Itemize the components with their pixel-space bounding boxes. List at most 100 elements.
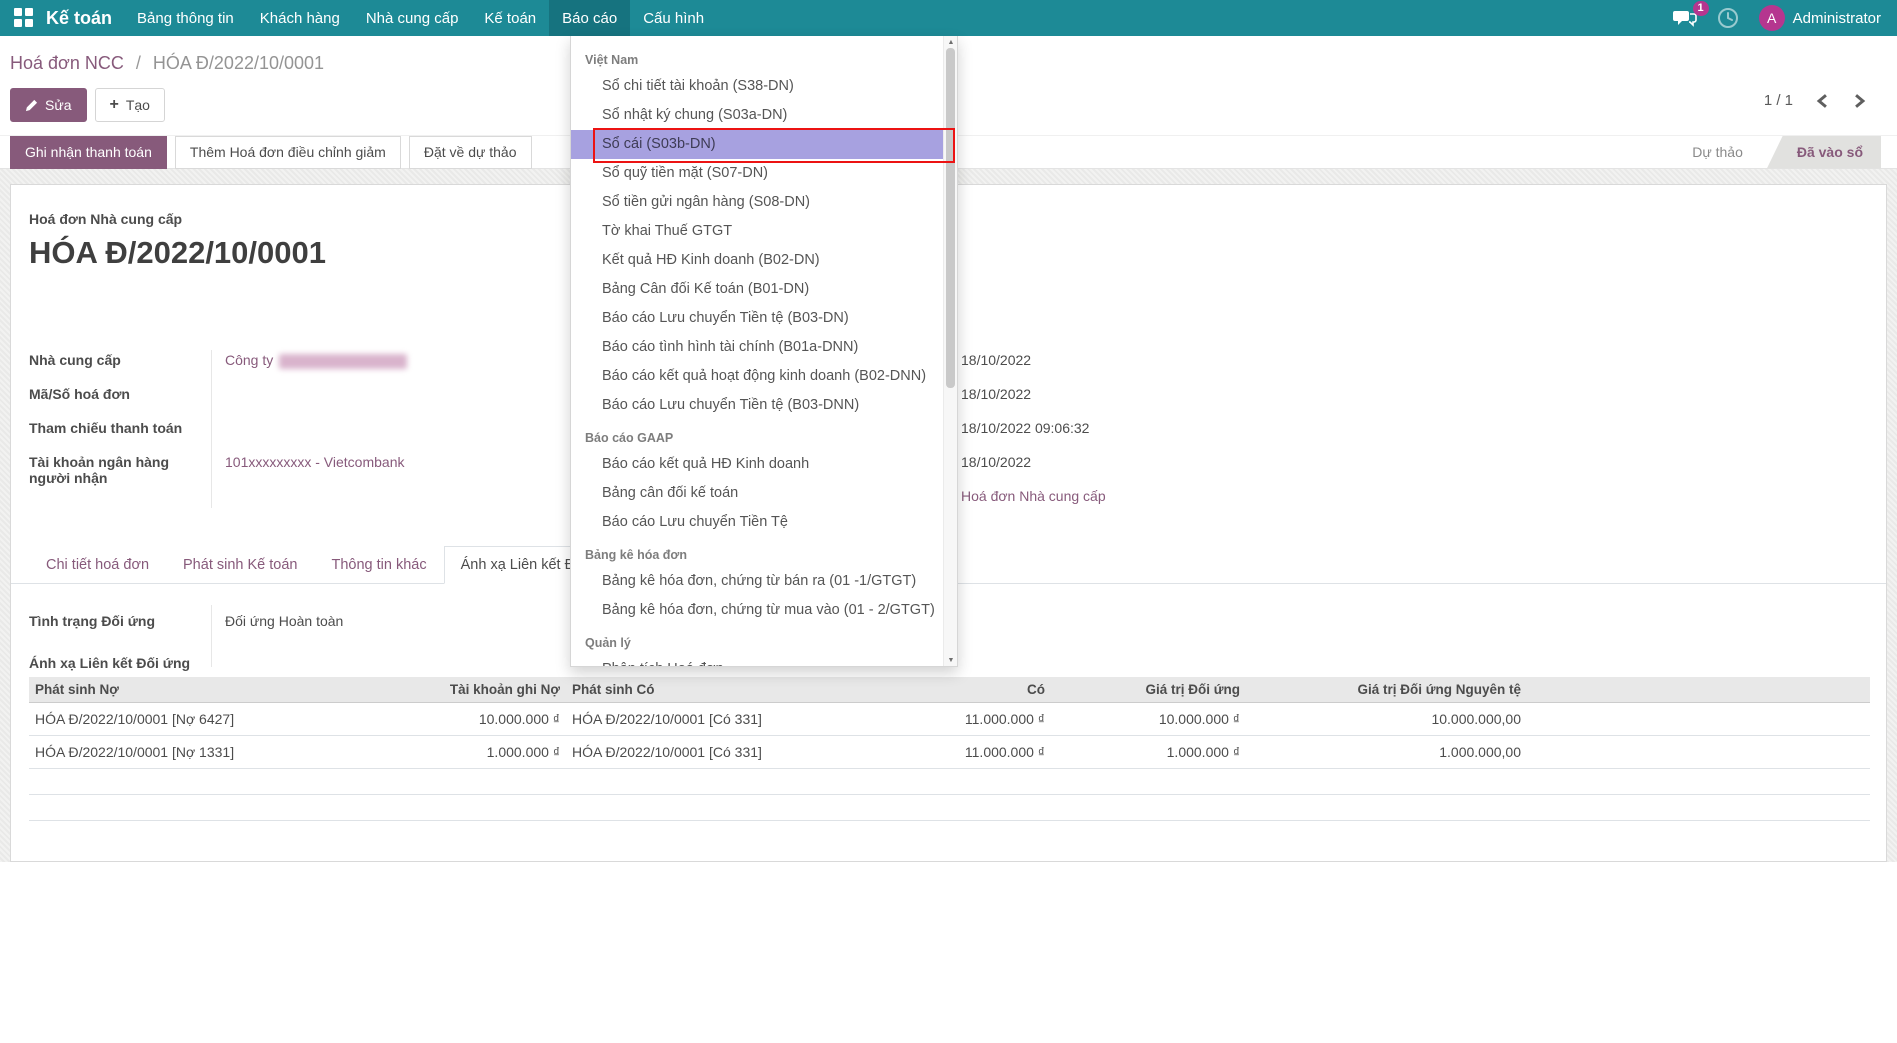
menu-item-bang-can-doi-ke-toan-b01-dn[interactable]: Bảng Cân đối Kế toán (B01-DN) (571, 275, 945, 304)
top-navbar: Kế toán Bảng thông tinKhách hàngNhà cung… (0, 0, 1897, 36)
stage-posted[interactable]: Đã vào sổ (1767, 136, 1881, 169)
scrollbar-thumb[interactable] (946, 48, 955, 388)
column-header-gia-tri-doi-ung[interactable]: Giá trị Đối ứng (1051, 677, 1246, 703)
field-value: Đối ứng Hoàn toàn (225, 611, 343, 629)
menu-item-to-khai-thue-gtgt[interactable]: Tờ khai Thuế GTGT (571, 217, 945, 246)
mapping-table: Phát sinh NợTài khoản ghi NợPhát sinh Có… (29, 677, 1870, 821)
mapping-table-title: Ánh xạ Liên kết Đối ứng (29, 655, 190, 671)
nav-item-ke-toan[interactable]: Kế toán (471, 0, 549, 36)
table-row[interactable]: HÓA Đ/2022/10/0001 [Nợ 6427]10.000.000 ₫… (29, 703, 1870, 736)
user-name: Administrator (1793, 10, 1881, 27)
pager-next-icon[interactable] (1852, 93, 1867, 109)
left-field-group: Nhà cung cấp Công ty Mã/Số hoá đơnTham chi… (29, 350, 629, 486)
column-header-gia-tri-doi-ung-nguyen-te[interactable]: Giá trị Đối ứng Nguyên tệ (1246, 677, 1527, 703)
create-button[interactable]: + Tạo (95, 88, 165, 122)
field-row-ma-so-hoa-don: Mã/Số hoá đơn (29, 384, 629, 418)
menu-item-bang-ke-hoa-don-chung-tu-mua-vao-01-2-gtgt[interactable]: Bảng kê hóa đơn, chứng từ mua vào (01 - … (571, 596, 945, 625)
stage-widget: Dự thảo Đã vào sổ (1668, 136, 1897, 169)
field-value: 18/10/2022 (961, 454, 1106, 488)
action-button-dat-ve-du-thao[interactable]: Đặt về dự thảo (409, 136, 532, 169)
cell: 11.000.000 ₫ (896, 703, 1051, 736)
dropdown-section-viet-nam: Việt Nam (571, 48, 945, 72)
menu-item-bao-cao-luu-chuyen-tien-te[interactable]: Báo cáo Lưu chuyển Tiền Tệ (571, 508, 945, 537)
user-menu[interactable]: A Administrator (1759, 5, 1881, 31)
cell: 10.000.000,00 (1246, 703, 1527, 736)
dropdown-section-quan-ly: Quản lý (571, 631, 945, 655)
menu-item-so-tien-gui-ngan-hang-s08-dn[interactable]: Sổ tiền gửi ngân hàng (S08-DN) (571, 188, 945, 217)
field-value[interactable]: Hoá đơn Nhà cung cấp (961, 488, 1106, 522)
activities-clock-icon[interactable] (1717, 7, 1739, 29)
menu-item-bao-cao-luu-chuyen-tien-te-b03-dnn[interactable]: Báo cáo Lưu chuyển Tiền tệ (B03-DNN) (571, 391, 945, 420)
menu-item-bao-cao-ket-qua-hd-kinh-doanh[interactable]: Báo cáo kết quả HĐ Kinh doanh (571, 450, 945, 479)
menu-item-bao-cao-luu-chuyen-tien-te-b03-dn[interactable]: Báo cáo Lưu chuyển Tiền tệ (B03-DN) (571, 304, 945, 333)
scrollbar-down-icon[interactable]: ▼ (944, 657, 958, 664)
table-row[interactable]: HÓA Đ/2022/10/0001 [Nợ 1331]1.000.000 ₫H… (29, 736, 1870, 769)
tab-chi-tiet-hoa-don[interactable]: Chi tiết hoá đơn (29, 546, 166, 584)
field-row-nha-cung-cap: Nhà cung cấp Công ty (29, 350, 629, 384)
cell: 1.000.000 ₫ (1051, 736, 1246, 769)
action-button-ghi-nhan-thanh-toan[interactable]: Ghi nhận thanh toán (10, 136, 167, 169)
pager-count: 1 / 1 (1764, 92, 1793, 109)
nav-item-khach-hang[interactable]: Khách hàng (247, 0, 353, 36)
field-label: Nhà cung cấp (29, 350, 211, 368)
field-label: Tham chiếu thanh toán (29, 418, 211, 436)
field-row-tai-khoan-ngan-hang-nguoi-nhan: Tài khoản ngân hàng người nhận101xxxxxxx… (29, 452, 629, 486)
plus-icon: + (110, 96, 119, 114)
odoo-accounting-page: Kế toán Bảng thông tinKhách hàngNhà cung… (0, 0, 1897, 1043)
reports-dropdown-menu: Việt NamSổ chi tiết tài khoản (S38-DN)Sổ… (570, 36, 958, 667)
messages-icon[interactable]: 1 (1673, 8, 1697, 28)
cell: 1.000.000 ₫ (371, 736, 566, 769)
nav-item-nha-cung-cap[interactable]: Nhà cung cấp (353, 0, 472, 36)
pencil-icon (25, 99, 38, 112)
dropdown-section-bang-ke-hoa-don: Bảng kê hóa đơn (571, 543, 945, 567)
action-button-them-hoa-don-dieu-chinh-giam[interactable]: Thêm Hoá đơn điều chỉnh giảm (175, 136, 401, 169)
dropdown-section-bao-cao-gaap: Báo cáo GAAP (571, 426, 945, 450)
field-value-nha-cung-cap[interactable]: Công ty (225, 350, 407, 369)
messages-count-badge: 1 (1693, 1, 1709, 16)
menu-item-bao-cao-ket-qua-hoat-dong-kinh-doanh-b02-dnn[interactable]: Báo cáo kết quả hoạt động kinh doanh (B0… (571, 362, 945, 391)
breadcrumb-separator: / (136, 53, 141, 73)
menu-item-so-cai-s03b-dn[interactable]: Sổ cái (S03b-DN) (571, 130, 945, 159)
apps-menu-icon[interactable] (14, 8, 34, 28)
pager-previous-icon[interactable] (1815, 93, 1830, 109)
field-value-tai-khoan-ngan-hang-nguoi-nhan[interactable]: 101xxxxxxxxx - Vietcombank (225, 452, 404, 470)
cell: 10.000.000 ₫ (371, 703, 566, 736)
scrollbar-up-icon[interactable]: ▲ (944, 39, 958, 46)
table-empty-row (29, 795, 1870, 821)
nav-item-bao-cao[interactable]: Báo cáo (549, 0, 630, 36)
dropdown-scrollbar[interactable]: ▲ ▼ (943, 36, 957, 667)
edit-button[interactable]: Sửa (10, 88, 87, 122)
menu-item-bao-cao-tinh-hinh-tai-chinh-b01a-dnn[interactable]: Báo cáo tình hình tài chính (B01a-DNN) (571, 333, 945, 362)
menu-item-so-chi-tiet-tai-khoan-s38-dn[interactable]: Sổ chi tiết tài khoản (S38-DN) (571, 72, 945, 101)
cell: 1.000.000,00 (1246, 736, 1527, 769)
document-type-label: Hoá đơn Nhà cung cấp (29, 211, 182, 227)
cell: 10.000.000 ₫ (1051, 703, 1246, 736)
topbar-right: 1 A Administrator (1673, 0, 1897, 36)
field-value: 18/10/2022 (961, 352, 1106, 386)
app-name[interactable]: Kế toán (44, 0, 124, 36)
column-header-co[interactable]: Có (896, 677, 1051, 703)
tab-thong-tin-khac[interactable]: Thông tin khác (315, 546, 444, 584)
column-header-phat-sinh-co[interactable]: Phát sinh Có (566, 677, 896, 703)
cell: HÓA Đ/2022/10/0001 [Có 331] (566, 736, 896, 769)
menu-item-phan-tich-hoa-don[interactable]: Phân tích Hoá đơn (571, 655, 945, 667)
column-header-phat-sinh-no[interactable]: Phát sinh Nợ (29, 677, 371, 703)
nav-item-cau-hinh[interactable]: Cấu hình (630, 0, 717, 36)
breadcrumb-parent-link[interactable]: Hoá đơn NCC (10, 53, 124, 73)
statusbar-buttons: Ghi nhận thanh toánThêm Hoá đơn điều chỉ… (10, 136, 532, 169)
cell: HÓA Đ/2022/10/0001 [Có 331] (566, 703, 896, 736)
field-value: 18/10/2022 (961, 386, 1106, 420)
field-label: Tình trạng Đối ứng (29, 611, 211, 629)
menu-item-bang-ke-hoa-don-chung-tu-ban-ra-01-1-gtgt[interactable]: Bảng kê hóa đơn, chứng từ bán ra (01 -1/… (571, 567, 945, 596)
tab-phat-sinh-ke-toan[interactable]: Phát sinh Kế toán (166, 546, 314, 584)
control-buttons: Sửa + Tạo (10, 88, 165, 122)
right-field-group: 18/10/202218/10/202218/10/2022 09:06:321… (961, 352, 1106, 522)
menu-item-ket-qua-hd-kinh-doanh-b02-dn[interactable]: Kết quả HĐ Kinh doanh (B02-DN) (571, 246, 945, 275)
breadcrumb: Hoá đơn NCC / HÓA Đ/2022/10/0001 (10, 53, 324, 74)
column-header-tai-khoan-ghi-no[interactable]: Tài khoản ghi Nợ (371, 677, 566, 703)
menu-item-bang-can-doi-ke-toan[interactable]: Bảng cân đối kế toán (571, 479, 945, 508)
stage-draft[interactable]: Dự thảo (1668, 144, 1767, 160)
menu-item-so-nhat-ky-chung-s03a-dn[interactable]: Sổ nhật ký chung (S03a-DN) (571, 101, 945, 130)
nav-item-bang-thong-tin[interactable]: Bảng thông tin (124, 0, 247, 36)
menu-item-so-quy-tien-mat-s07-dn[interactable]: Sổ quỹ tiền mặt (S07-DN) (571, 159, 945, 188)
